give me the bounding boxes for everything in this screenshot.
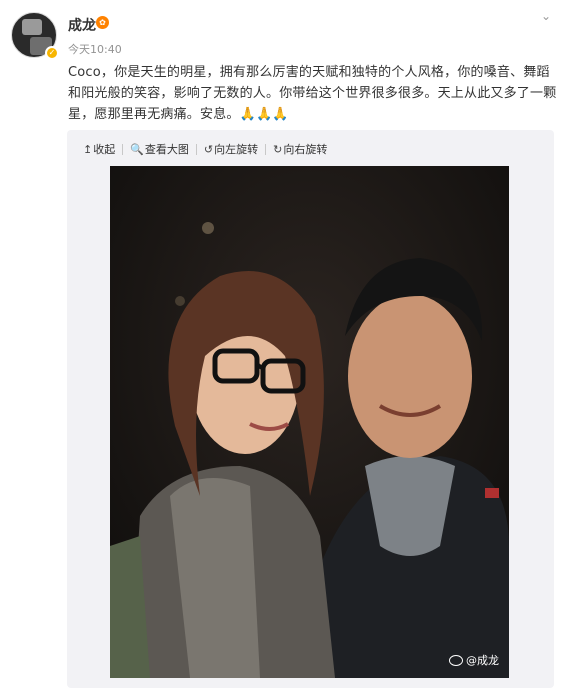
collapse-button[interactable]: ↥ 收起 [83,141,115,157]
photo-illustration [110,166,509,678]
weibo-logo-icon [449,654,463,666]
rotate-right-icon: ↻ [273,142,283,156]
rotate-left-button[interactable]: ↺ 向左旋转 [204,141,258,157]
media-viewer: ↥ 收起 🔍 查看大图 ↺ 向左旋转 ↻ 向右旋转 @成龙 [67,130,554,688]
rotate-right-label: 向右旋转 [283,143,328,156]
post-photo[interactable]: @成龙 [110,166,509,678]
author-name[interactable]: 成龙 [68,15,96,35]
rotate-left-label: 向左旋转 [214,143,259,156]
toolbar-divider [195,143,197,155]
rotate-right-button[interactable]: ↻ 向右旋转 [273,141,327,157]
collapse-label: 收起 [93,143,116,156]
view-large-button[interactable]: 🔍 查看大图 [130,141,189,157]
chevron-down-icon[interactable]: ⌄ [538,8,554,24]
watermark-text: @成龙 [466,654,499,667]
weibo-post-card: ✓ 成龙 ✿ 今天10:40 ⌄ Coco，你是天生的明星，拥有那么厉害的天赋和… [0,0,568,692]
rotate-left-icon: ↺ [203,142,214,156]
magnifier-icon: 🔍 [130,142,144,156]
collapse-icon: ↥ [83,142,93,156]
view-large-label: 查看大图 [144,143,189,156]
weibo-watermark: @成龙 [449,652,499,668]
toolbar-divider [122,143,124,155]
verified-badge-icon: ✓ [45,46,59,60]
media-toolbar: ↥ 收起 🔍 查看大图 ↺ 向左旋转 ↻ 向右旋转 [83,140,327,158]
post-text: Coco，你是天生的明星，拥有那么厉害的天赋和独特的个人风格，你的嗓音、舞蹈和阳… [68,65,557,122]
vip-badge-icon[interactable]: ✿ [96,16,109,29]
toolbar-divider [265,143,267,155]
post-time[interactable]: 今天10:40 [68,41,122,57]
avatar-image-part [22,19,42,35]
